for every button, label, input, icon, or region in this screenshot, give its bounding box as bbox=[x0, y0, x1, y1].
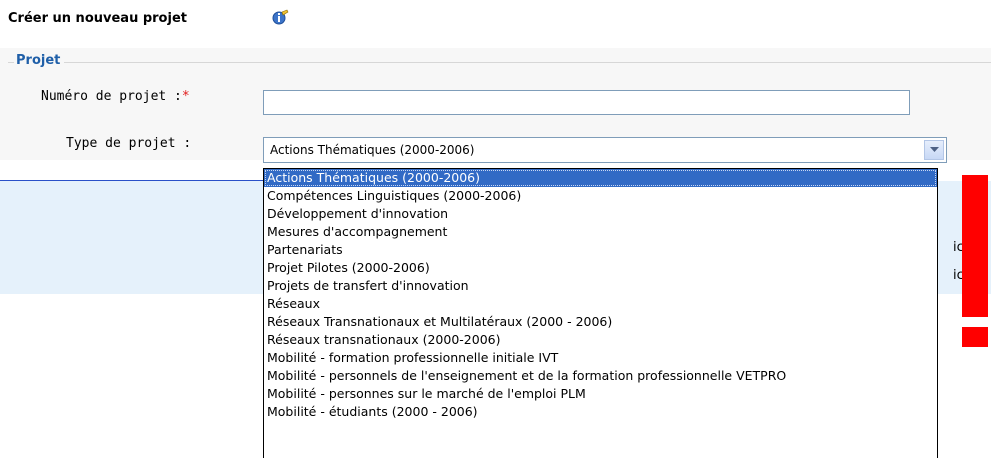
type-projet-option[interactable]: Partenariats bbox=[264, 241, 937, 259]
type-projet-option[interactable]: Mobilité - formation professionnelle ini… bbox=[264, 349, 937, 367]
red-warning-bar bbox=[962, 175, 988, 317]
type-projet-option[interactable]: Projet Pilotes (2000-2006) bbox=[264, 259, 937, 277]
chevron-down-icon[interactable] bbox=[924, 140, 944, 160]
type-projet-option[interactable]: Mobilité - personnes sur le marché de l'… bbox=[264, 385, 937, 403]
type-label: Type de projet : bbox=[66, 136, 192, 151]
type-projet-options-list[interactable]: Actions Thématiques (2000-2006) Compétenc… bbox=[263, 168, 938, 458]
section-legend: Projet bbox=[14, 53, 65, 68]
type-projet-option[interactable]: Réseaux transnationaux (2000-2006) bbox=[264, 331, 937, 349]
type-projet-option[interactable]: Mobilité - personnels de l'enseignement … bbox=[264, 367, 937, 385]
type-projet-option[interactable]: Compétences Linguistiques (2000-2006) bbox=[264, 187, 937, 205]
numero-label: Numéro de projet :* bbox=[41, 89, 190, 104]
info-pencil-icon[interactable] bbox=[270, 9, 290, 27]
red-warning-dot bbox=[962, 327, 988, 347]
type-projet-option[interactable]: Réseaux Transnationaux et Multilatéraux … bbox=[264, 313, 937, 331]
type-projet-option[interactable]: Réseaux bbox=[264, 295, 937, 313]
fieldset-border bbox=[8, 62, 991, 63]
type-projet-select[interactable]: Actions Thématiques (2000-2006) bbox=[263, 137, 947, 163]
numero-projet-input[interactable] bbox=[263, 90, 910, 115]
type-projet-selected-value: Actions Thématiques (2000-2006) bbox=[270, 143, 475, 157]
type-projet-option[interactable]: Développement d'innovation bbox=[264, 205, 937, 223]
type-projet-option[interactable]: Mobilité - étudiants (2000 - 2006) bbox=[264, 403, 937, 421]
page-title: Créer un nouveau projet bbox=[8, 11, 187, 26]
type-projet-option[interactable]: Actions Thématiques (2000-2006) bbox=[264, 169, 937, 187]
numero-label-text: Numéro de projet : bbox=[41, 89, 182, 104]
type-projet-option[interactable]: Projets de transfert d'innovation bbox=[264, 277, 937, 295]
type-projet-option[interactable]: Mesures d'accompagnement bbox=[264, 223, 937, 241]
required-marker: * bbox=[181, 89, 190, 104]
